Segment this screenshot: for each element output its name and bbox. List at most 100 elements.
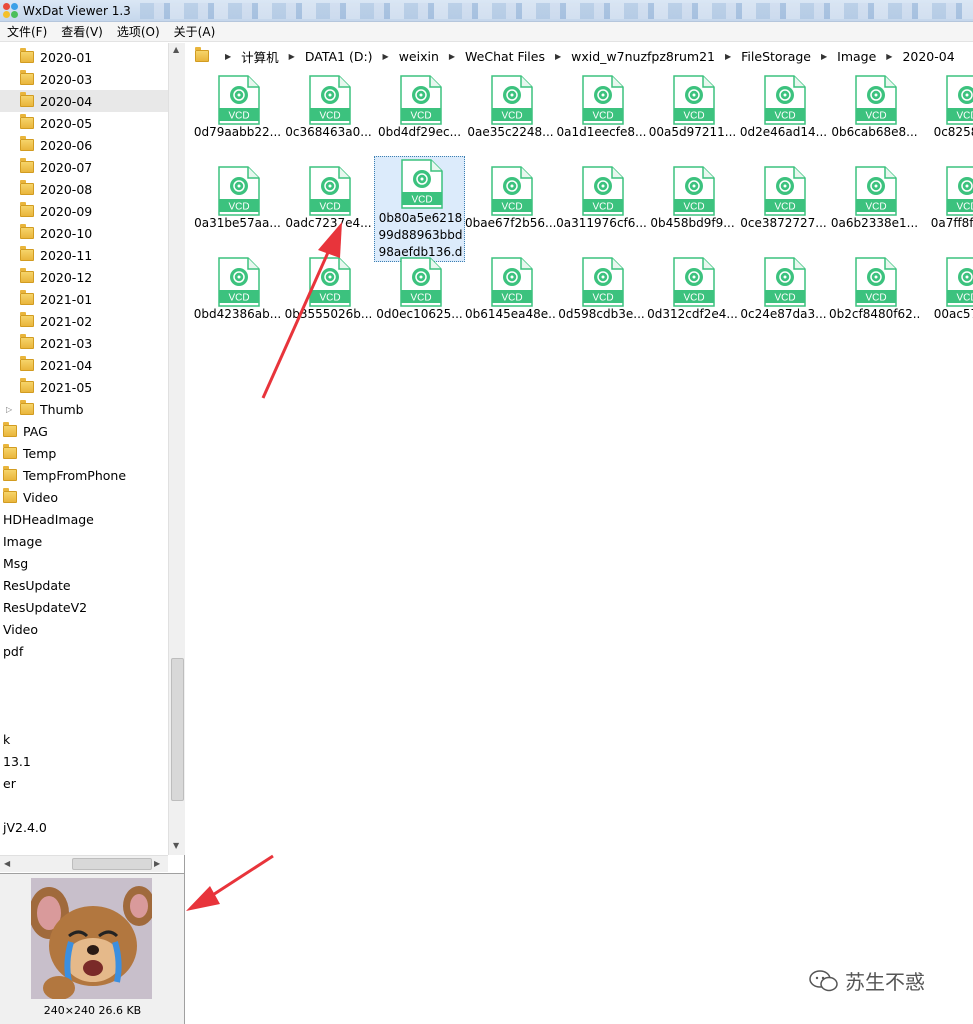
tree-item[interactable]: HDHeadImage <box>0 508 168 530</box>
tree-horizontal-scroll-thumb[interactable] <box>72 858 152 870</box>
file-item[interactable]: VCD 0b3555026b... <box>283 251 374 342</box>
file-item[interactable]: VCD 0b458bd9f9... <box>647 160 738 251</box>
file-name: 0b6cab68e8... <box>831 125 918 139</box>
tree-item[interactable]: pdf <box>0 640 168 662</box>
folder-icon <box>20 92 34 107</box>
tree-item[interactable]: 2020-09 <box>0 200 168 222</box>
file-item[interactable]: VCD 0d312cdf2e4... <box>647 251 738 342</box>
tree-item[interactable]: 2020-11 <box>0 244 168 266</box>
breadcrumb-computer[interactable]: 计算机 <box>241 47 279 66</box>
scroll-left-arrow-icon[interactable]: ◀ <box>4 859 10 868</box>
file-item[interactable]: VCD 0b6cab68e8... <box>829 69 920 160</box>
tree-item[interactable]: TempFromPhone <box>0 464 168 486</box>
file-item[interactable]: VCD 0adc7237e4... <box>283 160 374 251</box>
tree-item[interactable]: 2020-05 <box>0 112 168 134</box>
file-item[interactable]: VCD 0d598cdb3e... <box>556 251 647 342</box>
tree-item[interactable] <box>0 662 168 684</box>
breadcrumb-separator-icon: ▶ <box>448 51 456 61</box>
file-item[interactable]: VCD 0bae67f2b56... <box>465 160 556 251</box>
file-item[interactable]: VCD 0a6b2338e1... <box>829 160 920 251</box>
tree-item-label: 2020-03 <box>40 71 93 87</box>
scroll-up-arrow-icon[interactable]: ▲ <box>173 45 179 54</box>
vcd-label: VCD <box>865 202 886 213</box>
tree-item[interactable]: 2021-02 <box>0 310 168 332</box>
tree-item[interactable] <box>0 706 168 728</box>
tree-item[interactable]: Temp <box>0 442 168 464</box>
file-item[interactable]: VCD 0c24e87da3... <box>738 251 829 342</box>
menu-options[interactable]: 选项(O) <box>110 23 167 40</box>
breadcrumb-drive[interactable]: DATA1 (D:) <box>305 49 373 64</box>
tree-item[interactable]: Msg <box>0 552 168 574</box>
vcd-label: VCD <box>865 293 886 304</box>
file-item[interactable]: VCD 0a31be57aa... <box>192 160 283 251</box>
tree-item-label: Thumb <box>40 401 84 417</box>
tree-item[interactable] <box>0 684 168 706</box>
vcd-label: VCD <box>319 111 340 122</box>
tree-item[interactable]: er <box>0 772 168 794</box>
tree-item[interactable]: 2020-07 <box>0 156 168 178</box>
file-item[interactable]: VCD 0bd4df29ec... <box>374 69 465 160</box>
menu-about[interactable]: 关于(A) <box>167 23 223 40</box>
tree-item[interactable]: k <box>0 728 168 750</box>
breadcrumb-weixin[interactable]: weixin <box>399 49 439 64</box>
tree-item[interactable]: 2020-08 <box>0 178 168 200</box>
tree-item[interactable]: jV2.4.0 <box>0 816 168 838</box>
file-item[interactable]: VCD0b80a5e621899d88963bbd98aefdb136.dat <box>374 156 465 276</box>
file-item[interactable]: VCD 0c82585... <box>920 69 973 160</box>
file-item[interactable]: VCD 0a311976cf6... <box>556 160 647 251</box>
breadcrumb-wxid[interactable]: wxid_w7nuzfpz8rum21 <box>571 49 715 64</box>
file-item[interactable]: VCD 00ac579... <box>920 251 973 342</box>
tree-item[interactable]: 2020-10 <box>0 222 168 244</box>
vcd-label: VCD <box>501 202 522 213</box>
tree-item[interactable]: ▷ Thumb <box>0 398 168 420</box>
file-item[interactable]: VCD 0a1d1eecfe8... <box>556 69 647 160</box>
breadcrumb-separator-icon: ▶ <box>725 51 732 61</box>
tree-item[interactable]: 2021-05 <box>0 376 168 398</box>
tree-item[interactable]: Video <box>0 486 168 508</box>
tree-item[interactable]: 2021-03 <box>0 332 168 354</box>
tree-item[interactable] <box>0 794 168 816</box>
breadcrumb-filestorage[interactable]: FileStorage <box>741 49 811 64</box>
tree-item[interactable]: 2021-04 <box>0 354 168 376</box>
breadcrumb-2020-04[interactable]: 2020-04 <box>902 49 954 64</box>
tree-item[interactable]: 2020-03 <box>0 68 168 90</box>
scroll-right-arrow-icon[interactable]: ▶ <box>154 859 160 868</box>
file-item[interactable]: VCD 0b6145ea48e... <box>465 251 556 342</box>
file-item[interactable]: VCD 0ce3872727... <box>738 160 829 251</box>
breadcrumb-image[interactable]: Image <box>837 49 876 64</box>
file-item[interactable]: VCD 0bd42386ab... <box>192 251 283 342</box>
file-item[interactable]: VCD 0b2cf8480f62... <box>829 251 920 342</box>
folder-icon <box>20 268 34 283</box>
expand-arrow-icon[interactable]: ▷ <box>6 405 14 414</box>
folder-icon <box>3 466 17 481</box>
file-name: 0c24e87da3... <box>740 307 827 321</box>
file-item[interactable]: VCD 0d2e46ad14... <box>738 69 829 160</box>
tree-horizontal-scrollbar[interactable]: ◀ ▶ <box>0 855 168 872</box>
tree-item[interactable]: Image <box>0 530 168 552</box>
tree-item[interactable]: ResUpdate <box>0 574 168 596</box>
tree-item[interactable]: 2020-01 <box>0 46 168 68</box>
tree-item[interactable]: 2020-12 <box>0 266 168 288</box>
file-item[interactable]: VCD 0a7ff8f14... <box>920 160 973 251</box>
menu-view[interactable]: 查看(V) <box>54 23 110 40</box>
tree-item[interactable]: ResUpdateV2 <box>0 596 168 618</box>
file-item[interactable]: VCD 00a5d97211... <box>647 69 738 160</box>
file-item[interactable]: VCD 0d0ec10625... <box>374 251 465 342</box>
tree-item-label: 13.1 <box>3 753 31 769</box>
tree-vertical-scrollbar[interactable]: ▲ ▼ <box>168 43 185 855</box>
breadcrumb-wechat-files[interactable]: WeChat Files <box>465 49 545 64</box>
file-item[interactable]: VCD 0d79aabb22... <box>192 69 283 160</box>
vcd-file-icon: VCD <box>582 75 624 125</box>
scroll-down-arrow-icon[interactable]: ▼ <box>173 841 179 850</box>
file-item[interactable]: VCD 0c368463a0... <box>283 69 374 160</box>
tree-item[interactable]: PAG <box>0 420 168 442</box>
tree-item[interactable]: 2021-01 <box>0 288 168 310</box>
menu-bar: 文件(F) 查看(V) 选项(O) 关于(A) <box>0 22 973 42</box>
tree-item[interactable]: 2020-06 <box>0 134 168 156</box>
tree-vertical-scroll-thumb[interactable] <box>171 658 184 801</box>
file-item[interactable]: VCD 0ae35c2248... <box>465 69 556 160</box>
menu-file[interactable]: 文件(F) <box>0 23 54 40</box>
tree-item[interactable]: 13.1 <box>0 750 168 772</box>
tree-item[interactable]: Video <box>0 618 168 640</box>
tree-item[interactable]: 2020-04 <box>0 90 168 112</box>
